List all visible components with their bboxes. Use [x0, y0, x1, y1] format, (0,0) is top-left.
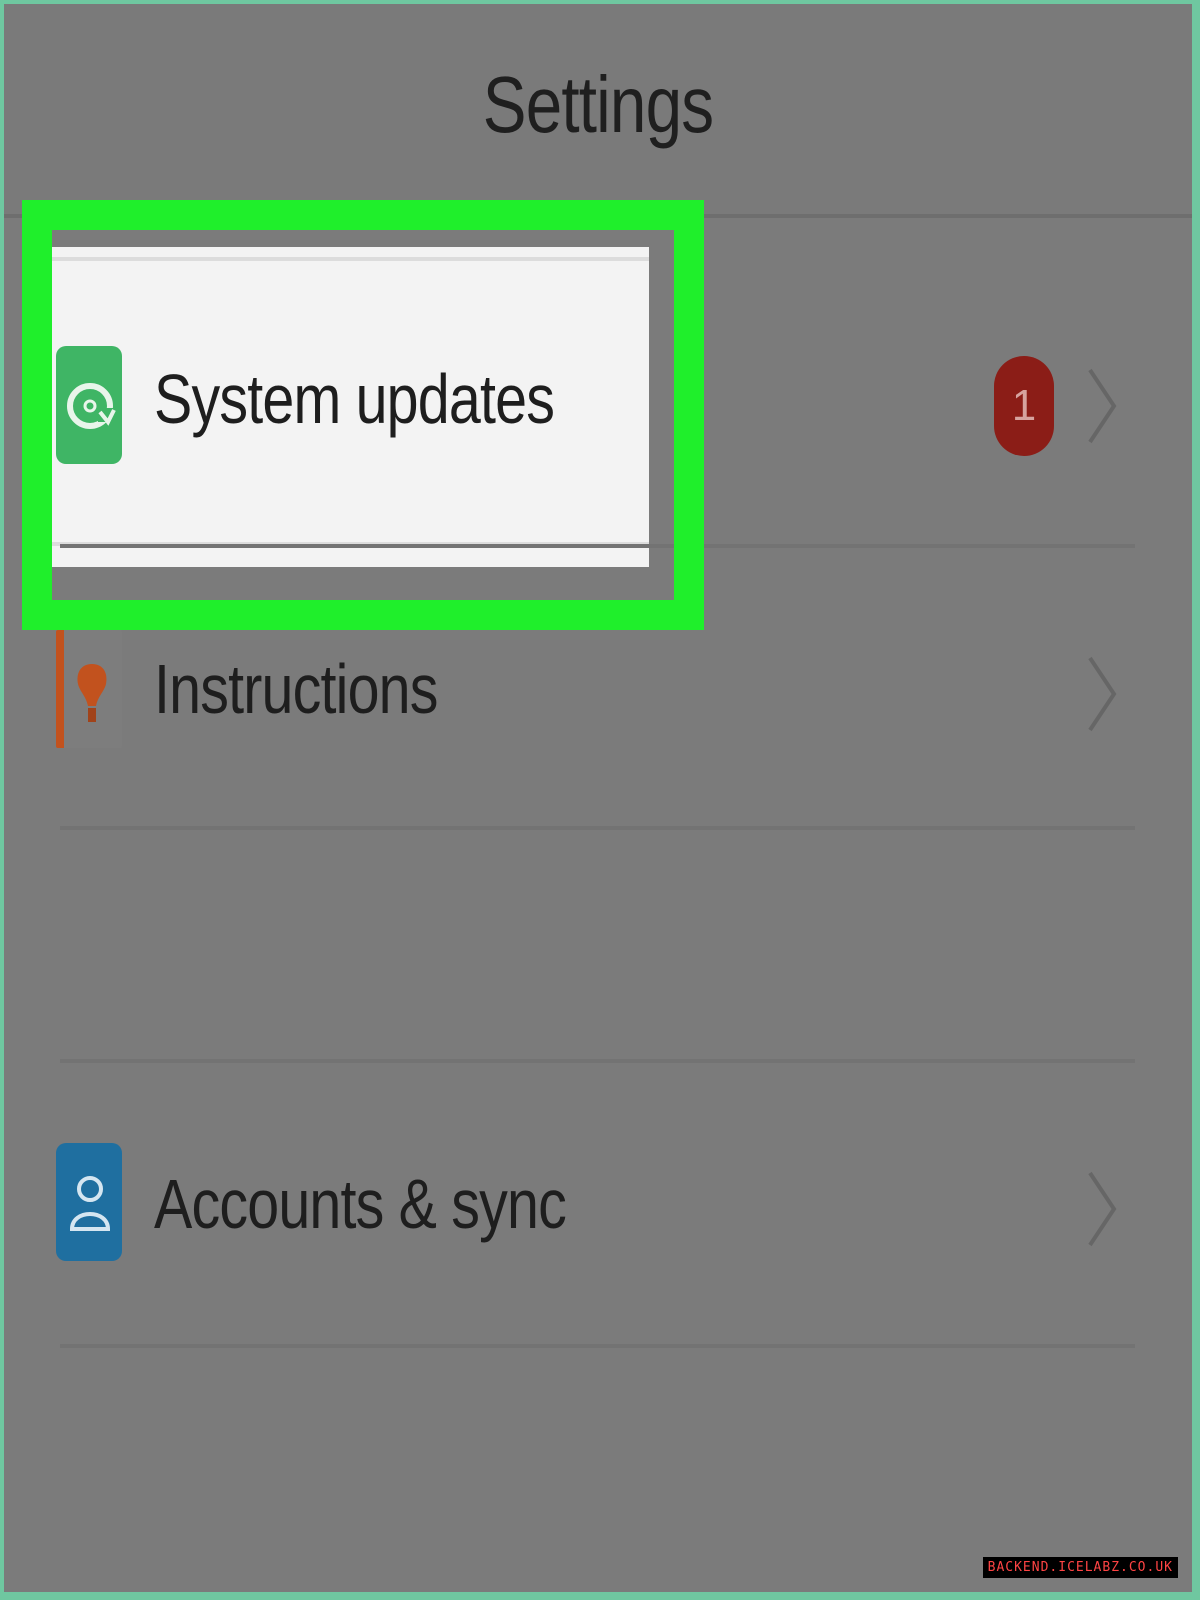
settings-item-accounts-sync[interactable]: Accounts & sync [4, 1139, 1192, 1279]
divider [60, 1344, 1135, 1348]
settings-item-label: Accounts & sync [154, 1165, 567, 1243]
screenshot-frame: Settings System updates 1 Instructions A… [4, 4, 1192, 1592]
settings-item-label: System updates [154, 360, 555, 438]
watermark: BACKEND.ICELABZ.CO.UK [982, 1557, 1178, 1578]
system-update-icon [56, 346, 122, 464]
settings-item-system-updates[interactable]: System updates 1 [4, 334, 1192, 484]
divider [60, 1059, 1135, 1063]
chevron-right-icon [1084, 654, 1124, 734]
account-icon [56, 1143, 122, 1261]
row-top-divider [52, 257, 649, 261]
settings-item-label: Instructions [154, 650, 438, 728]
notification-badge: 1 [994, 356, 1054, 456]
app-header: Settings [4, 4, 1192, 218]
chevron-right-icon [1084, 1169, 1124, 1249]
divider [60, 544, 1135, 548]
lightbulb-icon [56, 630, 122, 748]
divider [60, 826, 1135, 830]
page-title: Settings [482, 60, 714, 149]
chevron-right-icon [1084, 366, 1124, 446]
settings-item-instructions[interactable]: Instructions [4, 624, 1192, 764]
